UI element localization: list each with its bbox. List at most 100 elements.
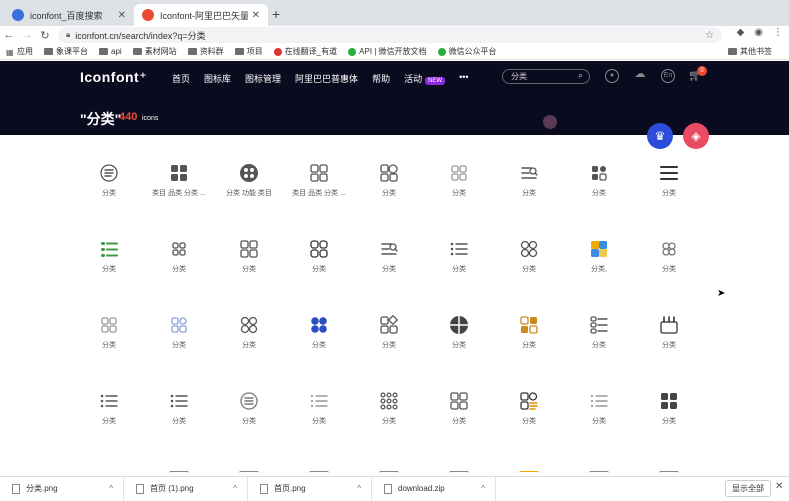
close-icon[interactable]: ✕ bbox=[775, 481, 783, 492]
icon-card[interactable]: 分类 bbox=[424, 391, 494, 426]
nav-more-icon[interactable]: ••• bbox=[459, 72, 468, 85]
icon-card[interactable]: 分类 bbox=[634, 391, 704, 426]
download-item[interactable]: 首页.png ^ bbox=[248, 476, 372, 501]
nav-activity[interactable]: 活动 NEW bbox=[404, 72, 446, 85]
download-item[interactable]: download.zip ^ bbox=[372, 476, 496, 501]
profile-icon[interactable]: ◉ bbox=[754, 27, 763, 38]
icon-card[interactable]: 分类 bbox=[634, 163, 704, 198]
icon-label: 分类 bbox=[452, 342, 466, 349]
close-icon[interactable]: ✕ bbox=[118, 10, 126, 21]
nav-home[interactable]: 首页 bbox=[172, 72, 190, 85]
icon-card[interactable]: 类目 品类 分类 ... bbox=[144, 163, 214, 198]
extension-icon[interactable]: ◆ bbox=[737, 27, 745, 38]
icon-card[interactable]: 分类 bbox=[74, 391, 144, 426]
bookmark-other[interactable]: 其他书签 bbox=[728, 46, 772, 57]
chevron-up-icon[interactable]: ^ bbox=[481, 484, 485, 493]
address-bar[interactable]: 🔒︎ iconfont.cn/search/index?q=分类 ☆ bbox=[58, 27, 722, 43]
chevron-up-icon[interactable]: ^ bbox=[109, 484, 113, 493]
icon-card[interactable]: 分类 bbox=[74, 239, 144, 274]
list-dots-icon bbox=[450, 242, 468, 256]
nav-alibaba-font[interactable]: 阿里巴巴普惠体 bbox=[295, 72, 358, 85]
bookmark-folder[interactable]: 项目 bbox=[234, 46, 263, 57]
icon-card[interactable]: 分类 bbox=[564, 163, 634, 198]
nav-icon-manage[interactable]: 图标管理 bbox=[245, 72, 281, 85]
new-badge: NEW bbox=[425, 77, 446, 85]
forward-icon[interactable]: → bbox=[18, 29, 36, 41]
icon-card[interactable]: 分类 bbox=[494, 391, 564, 426]
icon-card[interactable]: 分类 bbox=[74, 315, 144, 350]
icon-card[interactable]: 分类 bbox=[424, 239, 494, 274]
url-text[interactable]: iconfont.cn/search/index?q=分类 bbox=[75, 29, 705, 42]
bookmark-folder[interactable]: api bbox=[99, 47, 122, 56]
icon-card[interactable]: 分类 bbox=[144, 315, 214, 350]
icon-card[interactable]: 分类 bbox=[214, 239, 284, 274]
icon-card[interactable]: 分类 bbox=[494, 163, 564, 198]
icon-card[interactable]: 分类 bbox=[284, 239, 354, 274]
tab-baidu[interactable]: iconfont_百度搜索 ✕ bbox=[4, 4, 134, 26]
grid4-light-icon bbox=[451, 165, 467, 181]
bookmark-folder[interactable]: 素材网站 bbox=[132, 46, 177, 57]
avatar-icon[interactable]: ● bbox=[605, 69, 619, 83]
bookmark-apps[interactable]: ▦ 应用 bbox=[6, 46, 33, 57]
icon-card[interactable]: 分类 bbox=[354, 239, 424, 274]
icon-card[interactable]: 分类 bbox=[74, 163, 144, 198]
hamburger-icon bbox=[660, 166, 678, 180]
icon-card[interactable]: 分类 bbox=[214, 391, 284, 426]
nav-icon-library[interactable]: 图标库 bbox=[204, 72, 231, 85]
icon-card[interactable]: 分类 bbox=[424, 163, 494, 198]
iconfont-logo[interactable]: Iconfont⁺ bbox=[80, 69, 147, 86]
site-header: Iconfont⁺ 首页 图标库 图标管理 阿里巴巴普惠体 帮助 活动 NEW •… bbox=[0, 61, 789, 135]
language-button[interactable]: En bbox=[661, 69, 675, 83]
icon-card[interactable]: 分类 bbox=[494, 239, 564, 274]
icon-card[interactable]: 分类 bbox=[284, 391, 354, 426]
icon-card[interactable]: 分类, bbox=[564, 239, 634, 274]
bookmark-wechat-mp[interactable]: 微信公众平台 bbox=[437, 46, 497, 57]
icon-card[interactable]: 分类 bbox=[144, 239, 214, 274]
bookmark-folder[interactable]: 象课平台 bbox=[44, 46, 88, 57]
back-icon[interactable]: ← bbox=[0, 29, 18, 41]
circle-grid-icon bbox=[240, 164, 258, 182]
icon-card[interactable]: 分类 bbox=[634, 315, 704, 350]
icon-card[interactable]: 分类 功能 类目 bbox=[214, 163, 284, 198]
bookmark-folder[interactable]: 资料群 bbox=[187, 46, 224, 57]
icon-card[interactable]: 分类 bbox=[284, 315, 354, 350]
icon-label: 分类 bbox=[102, 342, 116, 349]
bookmark-star-icon[interactable]: ☆ bbox=[705, 30, 714, 41]
four-circles-icon bbox=[240, 316, 258, 334]
tab-iconfont[interactable]: Iconfont-阿里巴巴矢量图标库 ✕ bbox=[134, 4, 268, 26]
icon-card[interactable]: 分类 bbox=[354, 163, 424, 198]
icon-label: 分类 bbox=[522, 342, 536, 349]
menu-icon[interactable]: ⋮ bbox=[773, 27, 783, 38]
close-icon[interactable]: ✕ bbox=[252, 10, 260, 21]
result-count: 440 bbox=[119, 111, 138, 123]
icon-card[interactable]: 分类 bbox=[214, 315, 284, 350]
grid4-orange-icon bbox=[520, 316, 538, 334]
bookmark-youdao[interactable]: 在线翻译_有道 bbox=[273, 46, 337, 57]
list-boxes-icon bbox=[590, 316, 608, 334]
icon-card[interactable]: 分类 bbox=[354, 315, 424, 350]
new-tab-icon[interactable]: + bbox=[272, 6, 280, 22]
download-item[interactable]: 首页 (1).png ^ bbox=[124, 476, 248, 501]
icon-label: 分类 bbox=[172, 266, 186, 273]
icon-card[interactable]: 分类 bbox=[354, 391, 424, 426]
nav-help[interactable]: 帮助 bbox=[372, 72, 390, 85]
icon-card[interactable]: 类目 品类 分类 ... bbox=[284, 163, 354, 198]
show-all-downloads-button[interactable]: 显示全部 bbox=[725, 480, 771, 497]
search-icon[interactable]: ⌕ bbox=[578, 70, 583, 81]
download-item[interactable]: 分类.png ^ bbox=[0, 476, 124, 501]
icon-card[interactable]: 分类 bbox=[564, 315, 634, 350]
chevron-up-icon[interactable]: ^ bbox=[357, 484, 361, 493]
icon-card[interactable]: 分类 bbox=[494, 315, 564, 350]
mouse-cursor-icon: ➤ bbox=[717, 288, 726, 299]
icon-card[interactable]: 分类 bbox=[424, 315, 494, 350]
bookmark-wechat-docs[interactable]: API | 微信开放文档 bbox=[348, 46, 427, 57]
folder-icon bbox=[132, 48, 142, 55]
icon-card[interactable]: 分类 bbox=[634, 239, 704, 274]
chevron-up-icon[interactable]: ^ bbox=[233, 484, 237, 493]
icon-card[interactable]: 分类 bbox=[564, 391, 634, 426]
list-dots-light-icon bbox=[590, 394, 608, 408]
icon-card[interactable]: 分类 bbox=[144, 391, 214, 426]
site-search-input[interactable]: 分类 ⌕ bbox=[502, 69, 590, 84]
reload-icon[interactable]: ↻ bbox=[36, 29, 54, 42]
upload-icon[interactable]: ☁ bbox=[633, 69, 647, 83]
